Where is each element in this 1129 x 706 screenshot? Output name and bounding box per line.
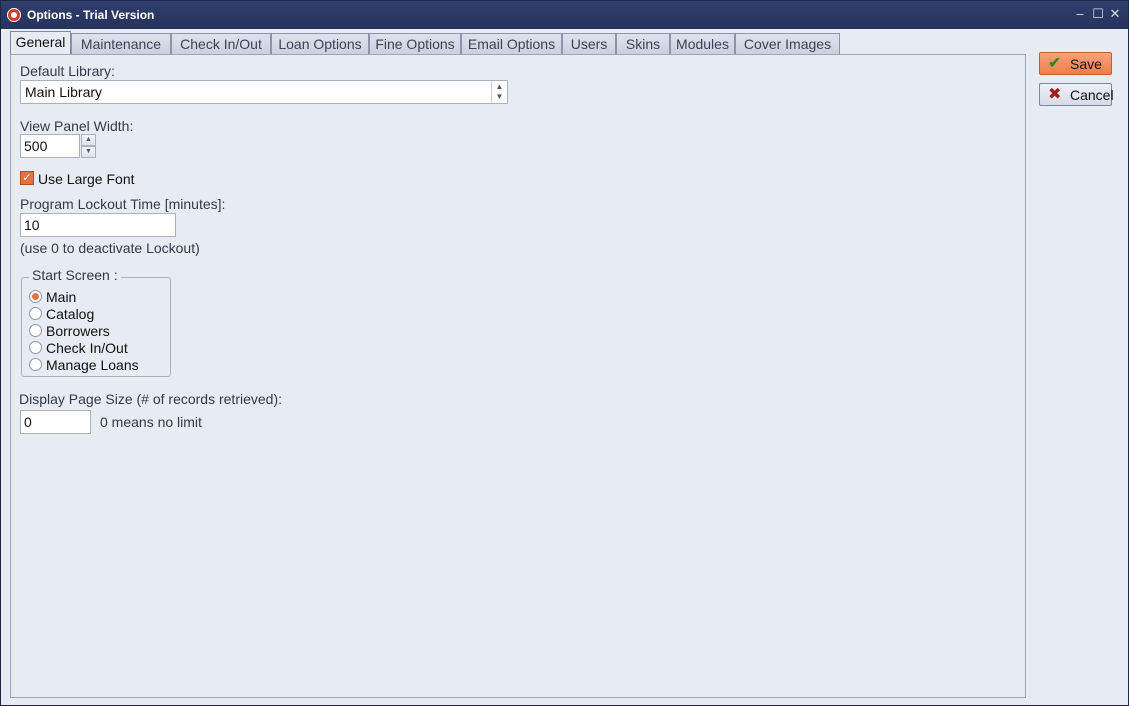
- page-size-input[interactable]: 0: [20, 410, 91, 434]
- spin-up-button[interactable]: ▲: [81, 134, 96, 146]
- radio-catalog[interactable]: [29, 307, 42, 320]
- window-title: Options - Trial Version: [27, 8, 155, 22]
- tab-fine-options[interactable]: Fine Options: [369, 33, 461, 55]
- radio-check-in-out[interactable]: [29, 341, 42, 354]
- radio-manage-loans-label[interactable]: Manage Loans: [46, 357, 139, 373]
- save-button-label: Save: [1070, 56, 1102, 72]
- view-panel-width-value: 500: [24, 138, 48, 154]
- cancel-button[interactable]: ✖ Cancel: [1039, 83, 1114, 106]
- lockout-time-label: Program Lockout Time [minutes]:: [20, 196, 226, 212]
- radio-borrowers[interactable]: [29, 324, 42, 337]
- app-logo-icon: [7, 8, 21, 22]
- radio-borrowers-label[interactable]: Borrowers: [46, 323, 110, 339]
- default-library-label: Default Library:: [20, 63, 115, 79]
- use-large-font-label[interactable]: Use Large Font: [38, 171, 135, 187]
- tab-skins[interactable]: Skins: [616, 33, 670, 55]
- radio-catalog-label[interactable]: Catalog: [46, 306, 94, 322]
- lockout-time-value: 10: [24, 217, 40, 233]
- default-library-value: Main Library: [25, 84, 103, 100]
- tab-general[interactable]: General: [10, 31, 71, 55]
- options-window: Options - Trial Version – ☐ ✕ General Ma…: [0, 0, 1129, 706]
- maximize-button[interactable]: ☐: [1090, 6, 1106, 22]
- page-size-hint: 0 means no limit: [100, 414, 202, 430]
- page-size-value: 0: [24, 414, 32, 430]
- start-screen-title: Start Screen :: [29, 267, 121, 283]
- radio-main[interactable]: [29, 290, 42, 303]
- page-size-label: Display Page Size (# of records retrieve…: [19, 391, 282, 407]
- tab-cover-images[interactable]: Cover Images: [735, 33, 840, 55]
- view-panel-width-input[interactable]: 500: [20, 134, 80, 158]
- close-x-icon: ✖: [1048, 86, 1062, 103]
- tab-maintenance[interactable]: Maintenance: [71, 33, 171, 55]
- tab-loan-options[interactable]: Loan Options: [271, 33, 369, 55]
- tab-modules[interactable]: Modules: [670, 33, 735, 55]
- lockout-hint: (use 0 to deactivate Lockout): [20, 240, 200, 256]
- close-button[interactable]: ✕: [1107, 6, 1123, 22]
- checkmark-icon: ✔: [1048, 55, 1062, 72]
- radio-manage-loans[interactable]: [29, 358, 42, 371]
- lockout-time-input[interactable]: 10: [20, 213, 176, 237]
- radio-check-in-out-label[interactable]: Check In/Out: [46, 340, 128, 356]
- minimize-button[interactable]: –: [1072, 6, 1088, 22]
- cancel-button-label: Cancel: [1070, 87, 1114, 103]
- title-bar: Options - Trial Version – ☐ ✕: [1, 1, 1128, 29]
- spin-down-button[interactable]: ▼: [81, 146, 96, 158]
- radio-main-label[interactable]: Main: [46, 289, 76, 305]
- default-library-select[interactable]: Main Library ▲ ▼: [20, 80, 508, 104]
- use-large-font-checkbox[interactable]: ✓: [20, 171, 34, 185]
- options-tab-strip: General Maintenance Check In/Out Loan Op…: [10, 31, 840, 55]
- view-panel-width-label: View Panel Width:: [20, 118, 134, 134]
- updown-arrow-icon: ▲ ▼: [491, 81, 507, 103]
- save-button[interactable]: ✔ Save: [1039, 52, 1112, 75]
- tab-check-in-out[interactable]: Check In/Out: [171, 33, 271, 55]
- tab-email-options[interactable]: Email Options: [461, 33, 562, 55]
- checkmark-icon: ✓: [22, 172, 32, 184]
- tab-users[interactable]: Users: [562, 33, 616, 55]
